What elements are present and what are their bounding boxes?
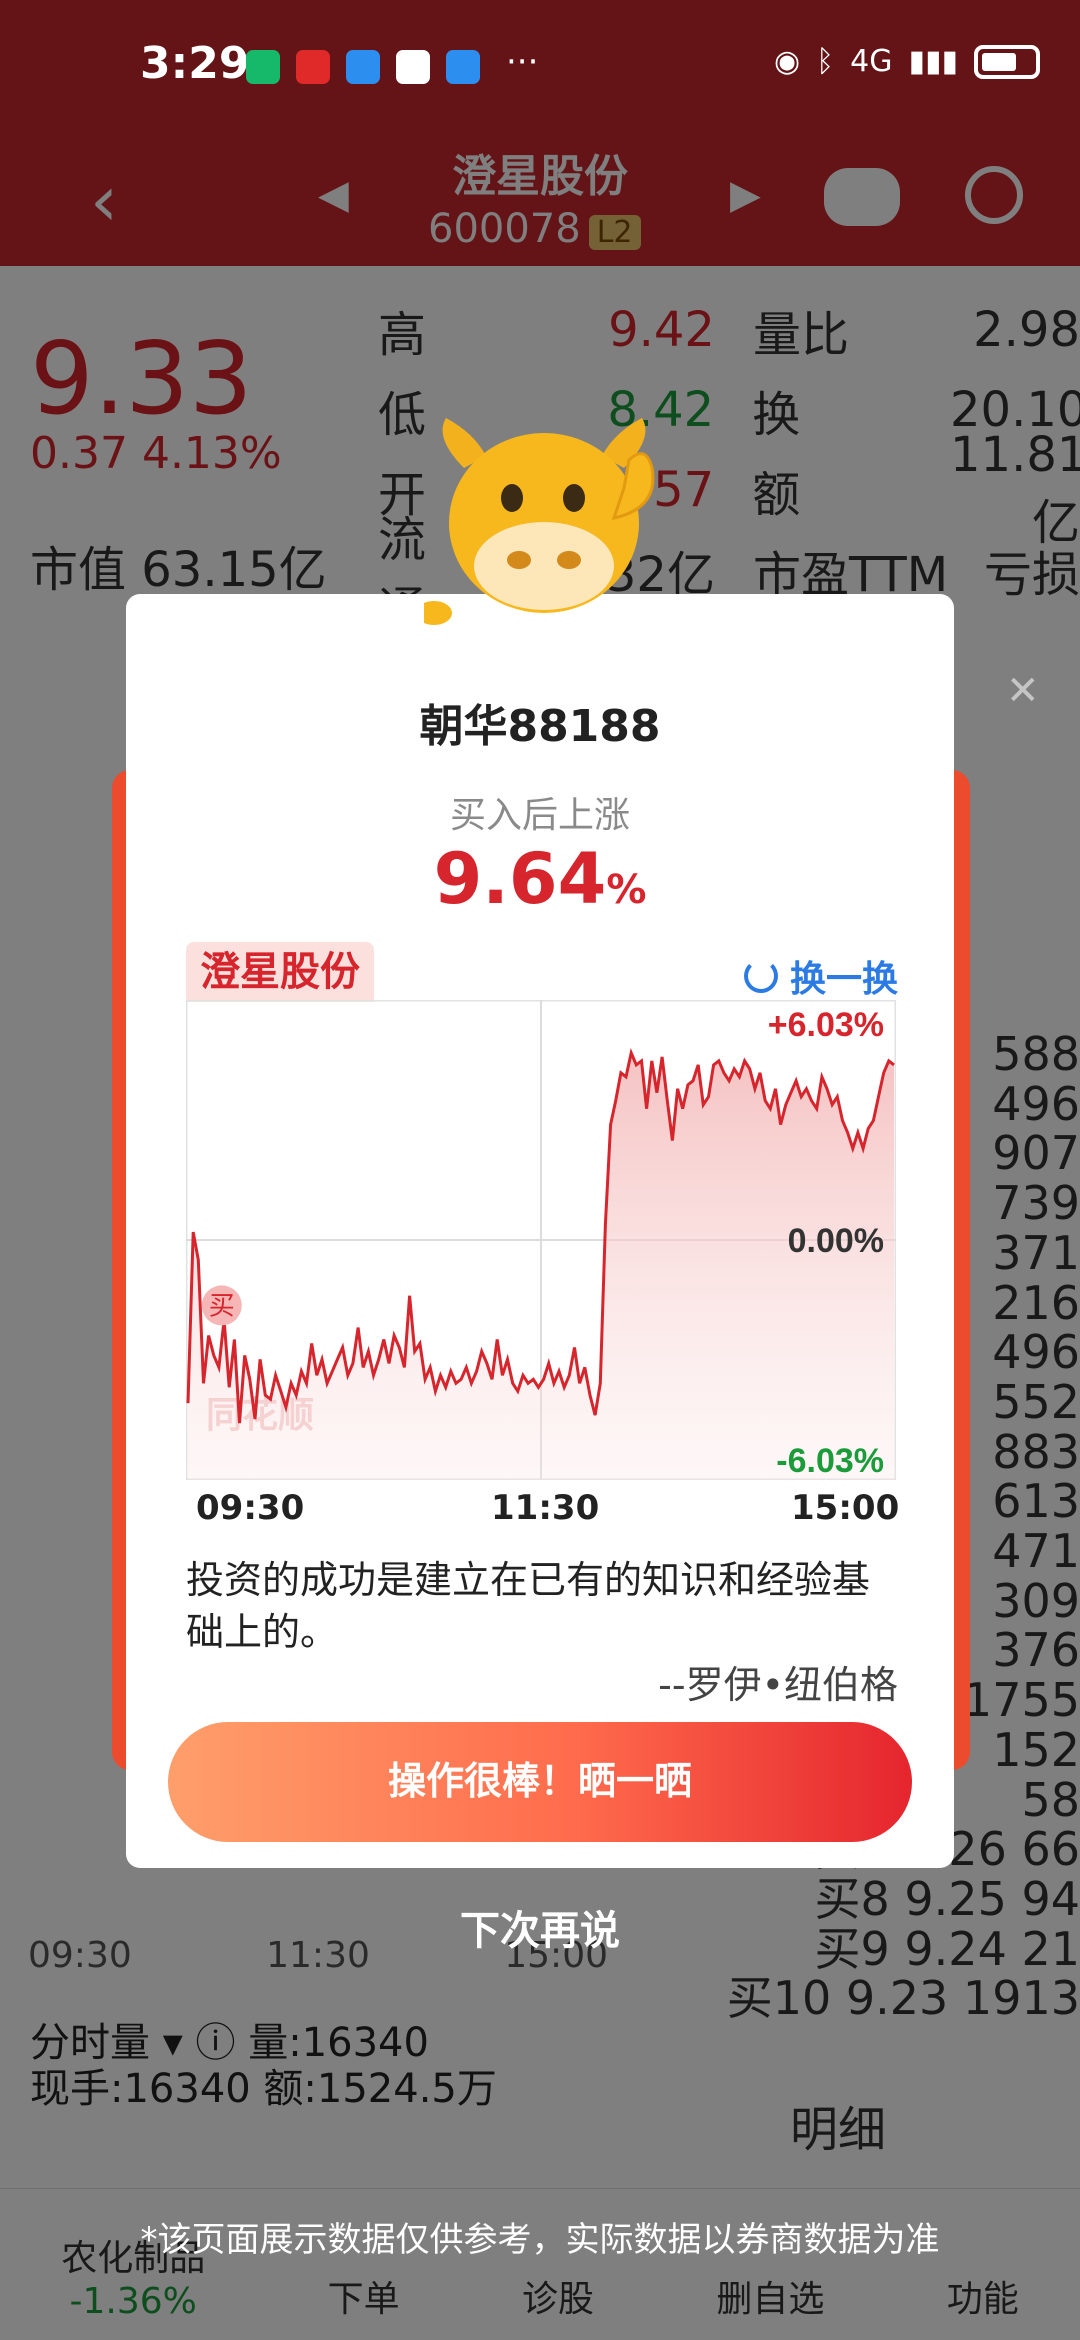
browser-notification-icon <box>396 50 430 84</box>
refresh-icon <box>743 959 778 993</box>
swap-button[interactable]: 换一换 <box>743 950 898 1002</box>
user-name: 朝华88188 <box>419 701 661 752</box>
signal-icon: ▮▮▮ <box>908 44 958 79</box>
network-type: 4G <box>850 44 893 79</box>
app-notification-icon <box>246 50 280 84</box>
more-notifications-icon: ··· <box>506 42 539 82</box>
chart-time-axis: 09:30 11:30 15:00 <box>186 1488 900 1538</box>
close-icon[interactable]: ✕ <box>1006 668 1040 714</box>
x-tick-label: 15:00 <box>791 1488 900 1528</box>
data-disclaimer: *该页面展示数据仅供参考，实际数据以券商数据为准 <box>140 2220 940 2260</box>
intraday-chart-svg: 同花顺买+6.03%0.00%-6.03% <box>186 1000 896 1480</box>
x-tick-label: 11:30 <box>491 1488 600 1528</box>
eye-icon: ◉ <box>773 44 801 79</box>
status-bar-content: 3:29 ··· ◉ ᛒ 4G ▮▮▮ <box>0 0 1080 130</box>
system-icons: ◉ ᛒ 4G ▮▮▮ <box>774 44 1040 79</box>
cow-mascot-icon <box>424 418 655 625</box>
stock-tag: 澄星股份 <box>186 942 374 1002</box>
chat-notification-icon <box>346 50 380 84</box>
battery-icon <box>974 44 1040 79</box>
y-tick-label: +6.03% <box>768 1006 884 1044</box>
bluetooth-icon: ᛒ <box>816 44 835 79</box>
app-notification-icon <box>296 50 330 84</box>
status-time: 3:29 <box>140 38 250 89</box>
x-tick-label: 09:30 <box>196 1488 305 1528</box>
gain-percent: 9.64% <box>433 838 647 920</box>
profit-share-dialog: 朝华88188 买入后上涨 9.64% 澄星股份 换一换 同花顺买+6.03%0… <box>126 594 954 1868</box>
notification-icons <box>246 50 480 84</box>
search-notification-icon <box>446 50 480 84</box>
quote-author: --罗伊•纽伯格 <box>658 1663 898 1707</box>
swap-label: 换一换 <box>789 959 898 1000</box>
buy-marker-label: 买 <box>209 1290 235 1320</box>
share-button[interactable]: 操作很棒！晒一晒 <box>168 1722 912 1842</box>
y-tick-label: -6.03% <box>776 1442 884 1480</box>
dismiss-link[interactable]: 下次再说 <box>0 1898 1080 1956</box>
gain-subtitle: 买入后上涨 <box>449 795 630 836</box>
intraday-chart: 同花顺买+6.03%0.00%-6.03% <box>186 1000 896 1480</box>
y-tick-label: 0.00% <box>788 1222 884 1260</box>
investment-quote: 投资的成功是建立在已有的知识和经验基础上的。 <box>186 1558 871 1654</box>
